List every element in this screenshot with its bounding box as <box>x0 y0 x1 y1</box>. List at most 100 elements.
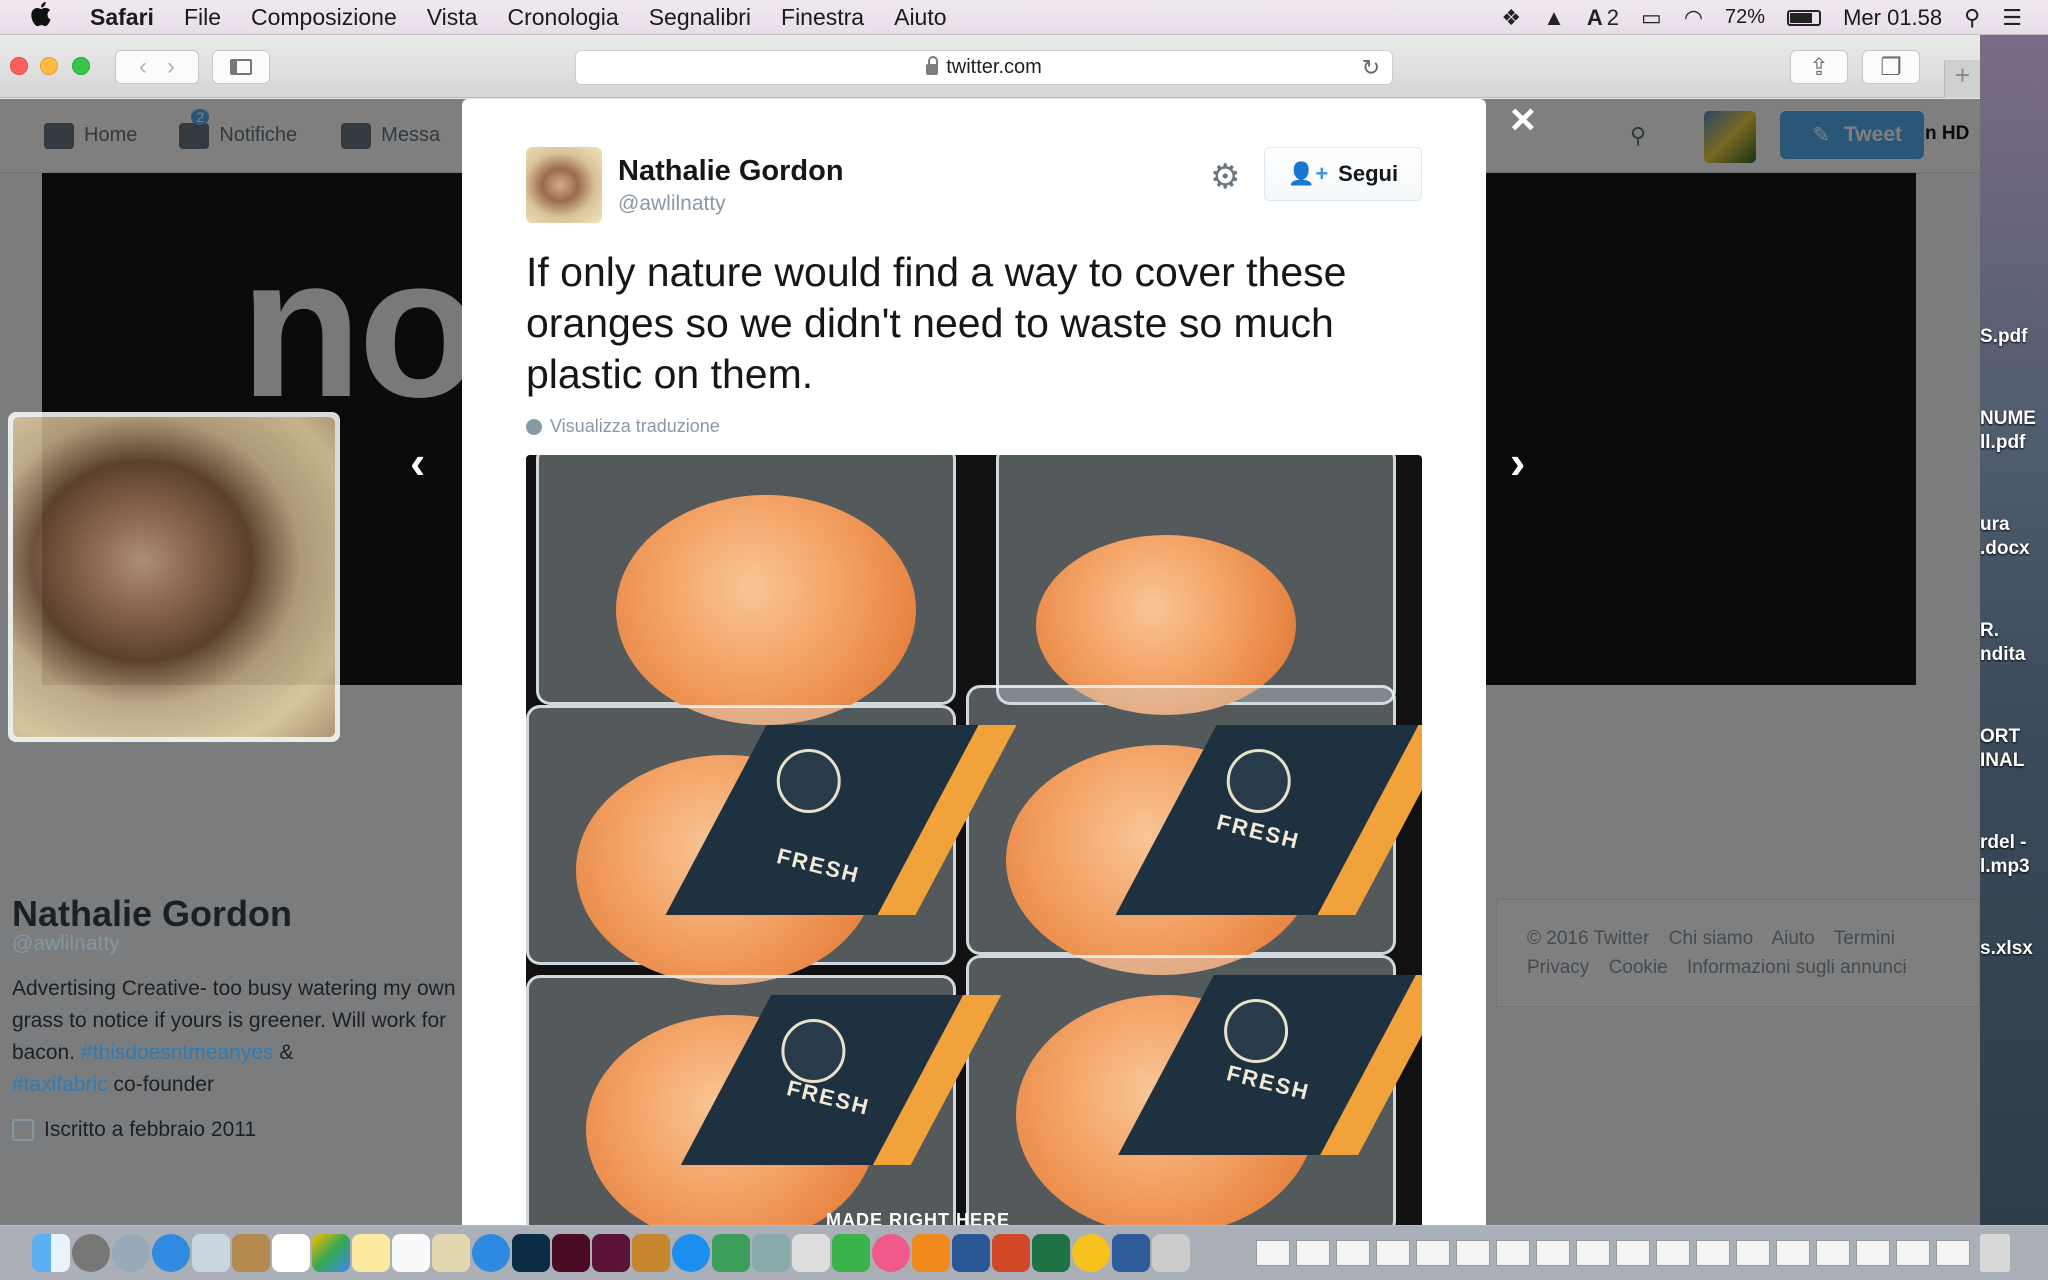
tweet-author-name[interactable]: Nathalie Gordon <box>618 155 844 188</box>
profile-name[interactable]: Nathalie Gordon <box>12 893 292 935</box>
list-icon[interactable]: ☰ <box>2002 5 2022 31</box>
photoshop-icon[interactable] <box>512 1234 550 1272</box>
trash-icon[interactable] <box>1980 1234 2010 1272</box>
gear-icon[interactable]: ⚙ <box>1210 157 1240 197</box>
indesign-icon[interactable] <box>552 1234 590 1272</box>
minimized-window[interactable] <box>1656 1240 1690 1266</box>
drive-app-icon[interactable] <box>312 1234 350 1272</box>
minimize-window-button[interactable] <box>40 57 58 75</box>
sidebar-toggle-button[interactable] <box>212 50 270 84</box>
app-icon[interactable] <box>752 1234 790 1272</box>
menu-clock[interactable]: Mer 01.58 <box>1843 5 1942 31</box>
font-book-icon[interactable] <box>792 1234 830 1272</box>
profile-handle[interactable]: @awlilnatty <box>12 932 120 956</box>
app-icon[interactable] <box>1152 1234 1190 1272</box>
word-icon[interactable] <box>952 1234 990 1272</box>
app-icon[interactable] <box>1112 1234 1150 1272</box>
minimized-window[interactable] <box>1336 1240 1370 1266</box>
minimized-window[interactable] <box>1536 1240 1570 1266</box>
next-arrow-icon[interactable]: › <box>1510 435 1525 489</box>
reminders-icon[interactable] <box>392 1234 430 1272</box>
facetime-icon[interactable] <box>832 1234 870 1272</box>
finder-icon[interactable] <box>32 1234 70 1272</box>
minimized-window[interactable] <box>1896 1240 1930 1266</box>
indesign-alt-icon[interactable] <box>592 1234 630 1272</box>
minimized-window[interactable] <box>1776 1240 1810 1266</box>
notes-icon[interactable] <box>352 1234 390 1272</box>
profile-avatar[interactable] <box>8 412 340 742</box>
calendar-icon[interactable] <box>272 1234 310 1272</box>
wifi-icon[interactable]: ◠ <box>1684 5 1703 31</box>
new-tab-button[interactable]: + <box>1944 60 1980 98</box>
minimized-window[interactable] <box>1936 1240 1970 1266</box>
desktop-file[interactable]: R. ndita <box>1980 619 2048 667</box>
desktop-file[interactable]: rdel - l.mp3 <box>1980 831 2048 879</box>
mail-icon[interactable] <box>192 1234 230 1272</box>
apple-icon[interactable] <box>28 0 62 34</box>
minimized-window[interactable] <box>1616 1240 1650 1266</box>
contacts-icon[interactable] <box>232 1234 270 1272</box>
follow-button[interactable]: 👤+ Segui <box>1264 147 1422 201</box>
minimized-window[interactable] <box>1856 1240 1890 1266</box>
spotlight-icon[interactable]: ⚲ <box>1964 5 1980 31</box>
preview-icon[interactable] <box>432 1234 470 1272</box>
itunes-icon[interactable] <box>872 1234 910 1272</box>
app-icon[interactable] <box>1072 1234 1110 1272</box>
powerpoint-icon[interactable] <box>992 1234 1030 1272</box>
desktop-file[interactable]: ORT INAL <box>1980 725 2048 773</box>
minimized-window[interactable] <box>1736 1240 1770 1266</box>
minimized-window[interactable] <box>1576 1240 1610 1266</box>
close-icon[interactable]: × <box>1510 95 1536 145</box>
hashtag-link[interactable]: #taxifabric <box>12 1073 108 1096</box>
menu-composizione[interactable]: Composizione <box>251 4 397 31</box>
numbers-icon[interactable] <box>712 1234 750 1272</box>
view-translation-link[interactable]: Visualizza traduzione <box>526 416 720 437</box>
desktop-file[interactable]: s.xlsx <box>1980 937 2048 961</box>
minimized-window[interactable] <box>1696 1240 1730 1266</box>
messages-icon[interactable] <box>472 1234 510 1272</box>
menu-vista[interactable]: Vista <box>427 4 478 31</box>
dropbox-icon[interactable]: ❖ <box>1501 5 1521 31</box>
menu-file[interactable]: File <box>184 4 221 31</box>
forward-icon[interactable]: › <box>167 53 175 81</box>
zoom-window-button[interactable] <box>72 57 90 75</box>
minimized-window[interactable] <box>1256 1240 1290 1266</box>
minimized-window[interactable] <box>1296 1240 1330 1266</box>
ibooks-icon[interactable] <box>912 1234 950 1272</box>
minimized-window[interactable] <box>1496 1240 1530 1266</box>
desktop-file[interactable]: ura .docx <box>1980 513 2048 561</box>
excel-icon[interactable] <box>1032 1234 1070 1272</box>
battery-icon[interactable] <box>1787 9 1822 26</box>
reload-icon[interactable]: ↻ <box>1362 55 1380 81</box>
adobe-icon[interactable]: A2 <box>1587 5 1619 31</box>
menu-segnalibri[interactable]: Segnalibri <box>649 4 751 31</box>
menu-cronologia[interactable]: Cronologia <box>507 4 618 31</box>
drive-icon[interactable]: ▲ <box>1543 5 1565 31</box>
tabs-button[interactable]: ❐ <box>1862 50 1920 84</box>
minimized-window[interactable] <box>1416 1240 1450 1266</box>
hashtag-link[interactable]: #thisdoesntmeanyes <box>81 1041 274 1064</box>
minimized-window[interactable] <box>1376 1240 1410 1266</box>
minimized-window[interactable] <box>1816 1240 1850 1266</box>
back-icon[interactable]: ‹ <box>139 53 147 81</box>
tweet-author-avatar[interactable] <box>526 147 602 223</box>
app-icon[interactable] <box>632 1234 670 1272</box>
tweet-photo[interactable]: FRESH FRESH FRESH FRESH MADE RIGHT HERE <box>526 455 1422 1225</box>
desktop-file[interactable]: S.pdf <box>1980 325 2048 349</box>
menu-finestra[interactable]: Finestra <box>781 4 864 31</box>
launchpad-icon[interactable] <box>112 1234 150 1272</box>
tweet-author-handle[interactable]: @awlilnatty <box>618 192 726 216</box>
share-button[interactable]: ⇪ <box>1790 50 1848 84</box>
safari-icon[interactable] <box>152 1234 190 1272</box>
menu-aiuto[interactable]: Aiuto <box>894 4 946 31</box>
back-forward-buttons[interactable]: ‹ › <box>115 50 199 84</box>
airplay-icon[interactable]: ▭ <box>1641 5 1662 31</box>
previous-arrow-icon[interactable]: ‹ <box>410 435 425 489</box>
close-window-button[interactable] <box>10 57 28 75</box>
desktop-file[interactable]: NUME ll.pdf <box>1980 407 2048 455</box>
app-store-icon[interactable] <box>672 1234 710 1272</box>
address-bar[interactable]: twitter.com ↻ <box>575 50 1393 85</box>
system-preferences-icon[interactable] <box>72 1234 110 1272</box>
minimized-window[interactable] <box>1456 1240 1490 1266</box>
menu-app-safari[interactable]: Safari <box>90 4 154 31</box>
